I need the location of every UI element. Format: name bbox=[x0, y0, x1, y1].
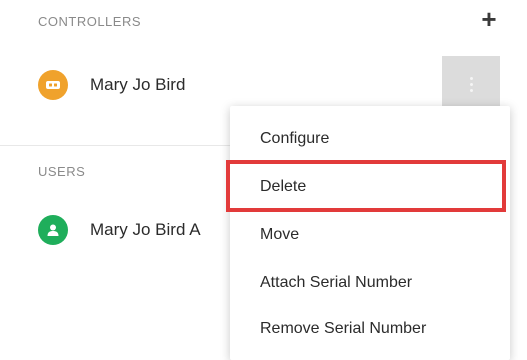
controller-icon bbox=[46, 81, 60, 89]
menu-item-configure[interactable]: Configure bbox=[260, 130, 329, 148]
controller-more-button[interactable] bbox=[442, 56, 500, 112]
more-vertical-icon bbox=[469, 76, 473, 92]
add-controller-button[interactable]: + bbox=[478, 6, 500, 32]
menu-item-remove-serial-number[interactable]: Remove Serial Number bbox=[260, 320, 426, 338]
menu-item-delete[interactable]: Delete bbox=[260, 178, 306, 196]
controller-avatar bbox=[38, 70, 68, 100]
controller-row[interactable]: Mary Jo Bird bbox=[38, 68, 498, 102]
users-section-header: USERS bbox=[38, 164, 86, 179]
section-divider bbox=[0, 145, 230, 146]
user-name: Mary Jo Bird A bbox=[90, 220, 201, 239]
controller-name: Mary Jo Bird bbox=[90, 75, 186, 94]
controllers-section-header: CONTROLLERS bbox=[38, 14, 142, 29]
controller-context-menu: Configure Delete Move Attach Serial Numb… bbox=[230, 106, 510, 360]
user-avatar bbox=[38, 215, 68, 245]
user-icon bbox=[47, 224, 59, 236]
menu-item-attach-serial-number[interactable]: Attach Serial Number bbox=[260, 274, 412, 292]
plus-icon: + bbox=[481, 4, 497, 34]
menu-item-move[interactable]: Move bbox=[260, 226, 299, 244]
user-row[interactable]: Mary Jo Bird A bbox=[38, 213, 238, 247]
